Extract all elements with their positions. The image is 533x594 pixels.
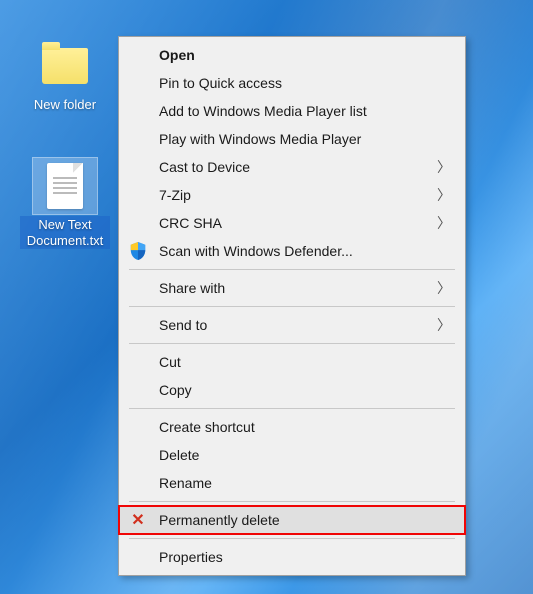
- icon-label: New Text Document.txt: [20, 216, 110, 249]
- menu-item-label: Scan with Windows Defender...: [159, 243, 353, 259]
- red-x-icon: ✕: [127, 509, 149, 531]
- menu-item-label: CRC SHA: [159, 215, 222, 231]
- menu-separator: [129, 501, 455, 502]
- folder-icon: [42, 48, 88, 84]
- menu-item-label: Open: [159, 47, 195, 63]
- desktop-icon-txt[interactable]: New Text Document.txt: [20, 158, 110, 249]
- menu-cut[interactable]: Cut: [119, 348, 465, 376]
- menu-separator: [129, 343, 455, 344]
- menu-item-label: Cast to Device: [159, 159, 250, 175]
- menu-delete[interactable]: Delete: [119, 441, 465, 469]
- chevron-right-icon: 〉: [437, 315, 451, 335]
- menu-item-label: Create shortcut: [159, 419, 255, 435]
- menu-share-with[interactable]: Share with 〉: [119, 274, 465, 302]
- menu-cast-to-device[interactable]: Cast to Device 〉: [119, 153, 465, 181]
- chevron-right-icon: 〉: [437, 185, 451, 205]
- menu-item-label: Add to Windows Media Player list: [159, 103, 367, 119]
- chevron-right-icon: 〉: [437, 278, 451, 298]
- menu-item-label: Copy: [159, 382, 192, 398]
- menu-create-shortcut[interactable]: Create shortcut: [119, 413, 465, 441]
- menu-open[interactable]: Open: [119, 41, 465, 69]
- icon-label: New folder: [31, 96, 99, 114]
- menu-add-wmp-list[interactable]: Add to Windows Media Player list: [119, 97, 465, 125]
- desktop-icon-folder[interactable]: New folder: [20, 38, 110, 114]
- text-file-icon: [47, 163, 83, 209]
- menu-item-label: Send to: [159, 317, 207, 333]
- chevron-right-icon: 〉: [437, 213, 451, 233]
- menu-item-label: Permanently delete: [159, 512, 280, 528]
- menu-separator: [129, 408, 455, 409]
- menu-item-label: Properties: [159, 549, 223, 565]
- menu-item-label: Cut: [159, 354, 181, 370]
- menu-separator: [129, 269, 455, 270]
- menu-separator: [129, 538, 455, 539]
- defender-shield-icon: [127, 240, 149, 262]
- menu-item-label: Pin to Quick access: [159, 75, 282, 91]
- menu-item-label: Delete: [159, 447, 199, 463]
- menu-item-label: Rename: [159, 475, 212, 491]
- context-menu: Open Pin to Quick access Add to Windows …: [118, 36, 466, 576]
- txt-thumb: [33, 158, 97, 214]
- menu-copy[interactable]: Copy: [119, 376, 465, 404]
- folder-thumb: [33, 38, 97, 94]
- menu-item-label: Share with: [159, 280, 225, 296]
- menu-item-label: Play with Windows Media Player: [159, 131, 361, 147]
- menu-separator: [129, 306, 455, 307]
- menu-seven-zip[interactable]: 7-Zip 〉: [119, 181, 465, 209]
- menu-scan-defender[interactable]: Scan with Windows Defender...: [119, 237, 465, 265]
- menu-properties[interactable]: Properties: [119, 543, 465, 571]
- menu-crc-sha[interactable]: CRC SHA 〉: [119, 209, 465, 237]
- menu-pin-quick-access[interactable]: Pin to Quick access: [119, 69, 465, 97]
- menu-item-label: 7-Zip: [159, 187, 191, 203]
- menu-permanently-delete[interactable]: ✕ Permanently delete: [119, 506, 465, 534]
- chevron-right-icon: 〉: [437, 157, 451, 177]
- menu-send-to[interactable]: Send to 〉: [119, 311, 465, 339]
- menu-rename[interactable]: Rename: [119, 469, 465, 497]
- menu-play-wmp[interactable]: Play with Windows Media Player: [119, 125, 465, 153]
